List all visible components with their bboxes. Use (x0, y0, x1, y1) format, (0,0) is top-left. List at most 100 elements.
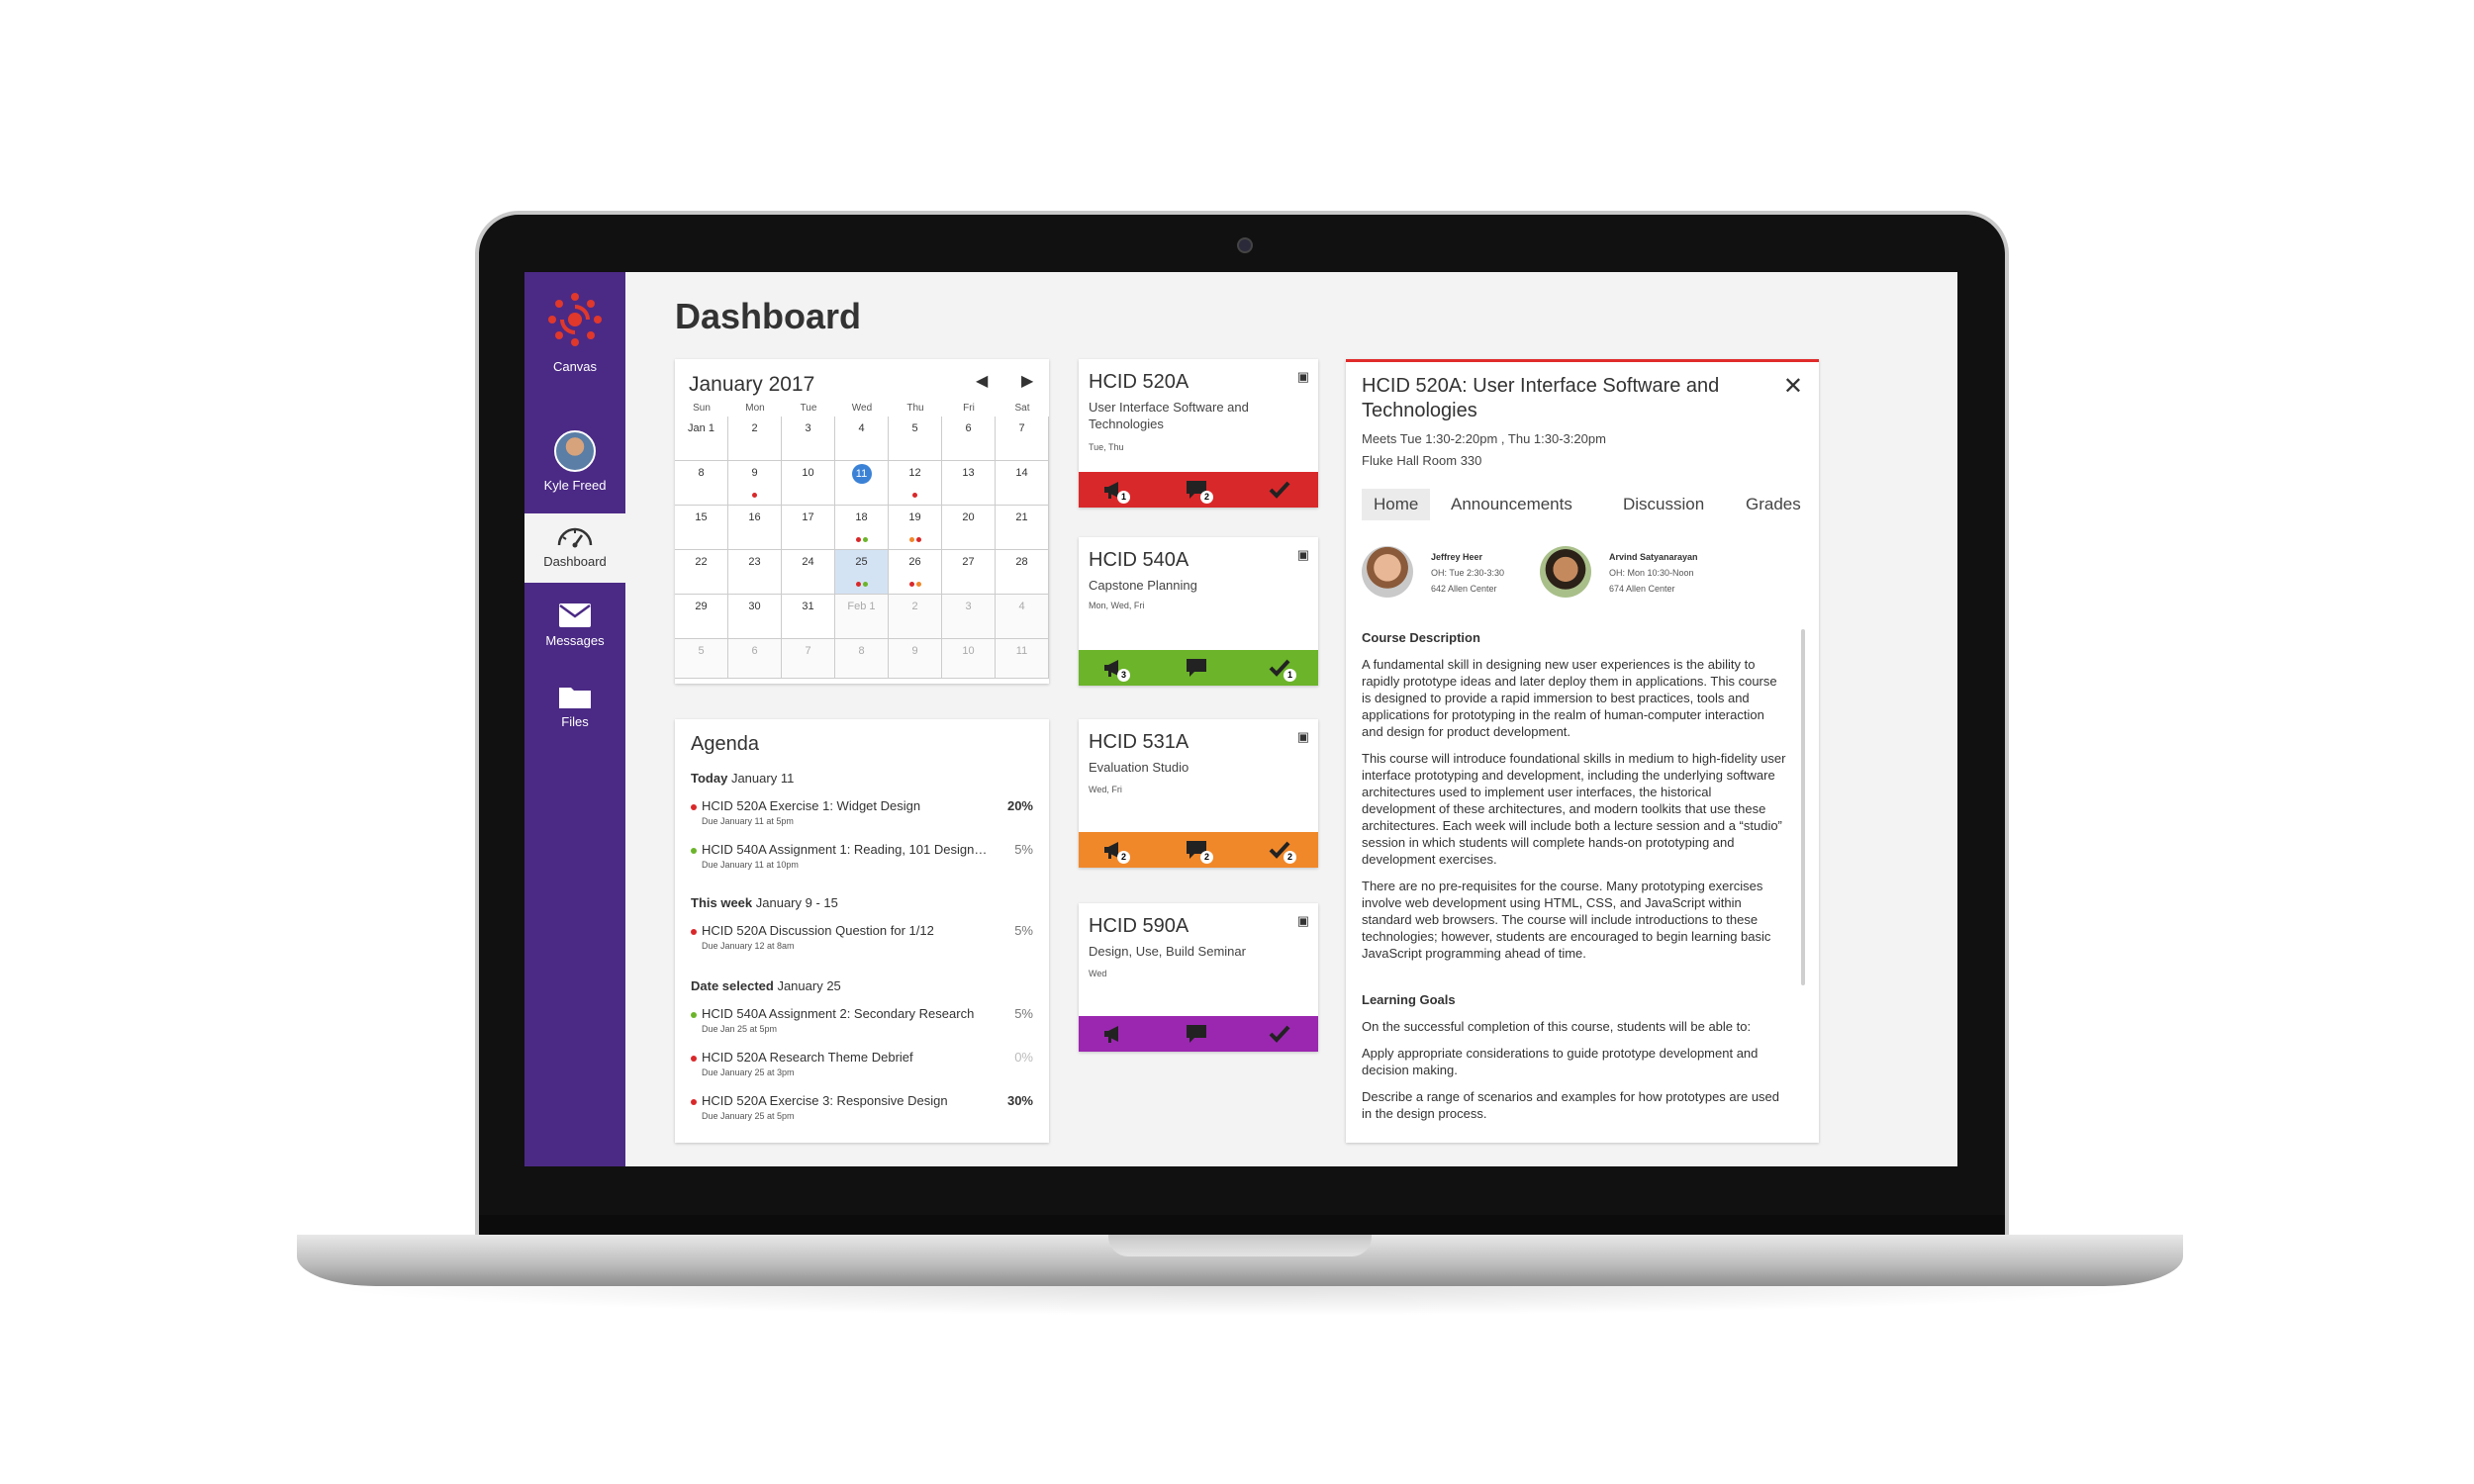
agenda-item[interactable]: HCID 540A Assignment 1: Reading, 101 Des… (691, 842, 1037, 878)
detail-scrollbar[interactable] (1801, 629, 1805, 985)
tab-announcements[interactable]: Announcements (1439, 489, 1584, 520)
calendar-day[interactable]: 11 (996, 639, 1049, 679)
day-of-week-label: Sun (693, 403, 711, 414)
calendar-day[interactable]: 29 (675, 595, 728, 639)
agenda-item[interactable]: HCID 540A Assignment 2: Secondary Resear… (691, 1006, 1037, 1042)
laptop-shadow (317, 1286, 2163, 1316)
calendar-day[interactable]: 27 (942, 550, 996, 595)
calendar-day[interactable]: 9 (889, 639, 942, 679)
checkmark-icon[interactable]: 2 (1269, 840, 1296, 864)
checkmark-icon[interactable] (1269, 480, 1292, 500)
calendar-day[interactable]: 30 (728, 595, 782, 639)
calendar-day[interactable]: 7 (782, 639, 835, 679)
agenda-item[interactable]: HCID 520A Exercise 1: Widget Design Due … (691, 798, 1037, 834)
agenda-item[interactable]: HCID 520A Exercise 3: Responsive Design … (691, 1093, 1037, 1129)
calendar-day[interactable]: 23 (728, 550, 782, 595)
course-card[interactable]: HCID 520A ▣ User Interface Software and Te… (1079, 359, 1318, 508)
course-card[interactable]: HCID 531A ▣ Evaluation Studio Wed, Fri 2 2 2 (1079, 719, 1318, 868)
goals-intro: On the successful completion of this cou… (1362, 1019, 1752, 1034)
announcements-icon[interactable]: 2 (1102, 840, 1130, 864)
calendar-day[interactable]: 18 (835, 506, 889, 550)
calendar-day[interactable]: 24 (782, 550, 835, 595)
calendar-day[interactable]: Feb 1 (835, 595, 889, 639)
course-color-dot (691, 1099, 697, 1105)
canvas-logo-link[interactable]: Canvas (524, 272, 625, 381)
calendar-day-number: Feb 1 (847, 601, 876, 612)
agenda-item-weight: 5% (1014, 842, 1033, 857)
calendar-day[interactable]: 20 (942, 506, 996, 550)
announcements-icon[interactable]: 1 (1102, 480, 1130, 504)
calendar-day-number: Jan 1 (688, 422, 714, 434)
calendar-day[interactable]: 4 (835, 417, 889, 461)
learning-goals-heading: Learning Goals (1362, 992, 1456, 1007)
calendar-day[interactable]: 31 (782, 595, 835, 639)
grid-menu-icon[interactable]: ▣ (1297, 369, 1309, 385)
calendar-day[interactable]: 17 (782, 506, 835, 550)
section-label: Today (691, 771, 728, 786)
calendar-day[interactable]: 2 (889, 595, 942, 639)
calendar-day-number: 31 (802, 601, 814, 612)
calendar-day[interactable]: 16 (728, 506, 782, 550)
discussion-icon[interactable] (1186, 1024, 1209, 1044)
agenda-item[interactable]: HCID 520A Research Theme Debrief Due Jan… (691, 1050, 1037, 1085)
discussion-icon[interactable]: 2 (1186, 840, 1213, 864)
calendar-day[interactable]: 6 (942, 417, 996, 461)
day-of-week-label: Sat (1014, 403, 1030, 414)
calendar-day[interactable]: 11 (835, 461, 889, 506)
calendar-day[interactable]: 25 (835, 550, 889, 595)
calendar-day[interactable]: 12 (889, 461, 942, 506)
calendar-day[interactable]: 10 (782, 461, 835, 506)
calendar-day[interactable]: 2 (728, 417, 782, 461)
announcements-icon[interactable]: 3 (1102, 658, 1130, 682)
course-card[interactable]: HCID 540A ▣ Capstone Planning Mon, Wed, Fri… (1079, 537, 1318, 686)
checkmark-icon[interactable] (1269, 1024, 1292, 1044)
calendar-day[interactable]: 9 (728, 461, 782, 506)
sidebar-item-files[interactable]: Files (524, 680, 625, 743)
event-dot (752, 493, 757, 498)
checkmark-icon[interactable]: 1 (1269, 658, 1296, 682)
calendar-day[interactable]: 3 (782, 417, 835, 461)
tab-home[interactable]: Home (1362, 489, 1431, 520)
event-dots (889, 489, 941, 501)
discussion-icon[interactable] (1186, 658, 1209, 678)
calendar-day[interactable]: 8 (675, 461, 728, 506)
sidebar-item-label: Dashboard (543, 554, 607, 569)
calendar-day[interactable]: 4 (996, 595, 1049, 639)
calendar-day[interactable]: 6 (728, 639, 782, 679)
next-month-button[interactable]: ▶ (1021, 371, 1033, 391)
announcements-icon[interactable] (1102, 1024, 1126, 1044)
calendar-day[interactable]: 14 (996, 461, 1049, 506)
calendar-day[interactable]: 8 (835, 639, 889, 679)
event-dot (915, 582, 921, 587)
calendar-day[interactable]: 15 (675, 506, 728, 550)
calendar-day[interactable]: 22 (675, 550, 728, 595)
sidebar-item-dashboard[interactable]: Dashboard (524, 513, 625, 583)
calendar-day[interactable]: 19 (889, 506, 942, 550)
tab-discussion[interactable]: Discussion (1611, 489, 1716, 520)
course-name: User Interface Software and Technologies (1089, 400, 1249, 431)
calendar-day[interactable]: Jan 1 (675, 417, 728, 461)
calendar-day[interactable]: 10 (942, 639, 996, 679)
calendar-day-number: 11 (851, 464, 872, 484)
grid-menu-icon[interactable]: ▣ (1297, 729, 1309, 745)
calendar-day[interactable]: 26 (889, 550, 942, 595)
calendar-day[interactable]: 3 (942, 595, 996, 639)
calendar-day[interactable]: 21 (996, 506, 1049, 550)
calendar-day[interactable]: 7 (996, 417, 1049, 461)
grid-menu-icon[interactable]: ▣ (1297, 913, 1309, 929)
sidebar-item-account[interactable]: Kyle Freed (524, 430, 625, 500)
close-icon[interactable]: ✕ (1783, 372, 1803, 401)
calendar-day-number: 21 (1015, 511, 1028, 523)
calendar-day-number: 3 (805, 422, 811, 434)
calendar-day[interactable]: 5 (889, 417, 942, 461)
tab-grades[interactable]: Grades (1734, 489, 1813, 520)
prev-month-button[interactable]: ◀ (976, 371, 988, 391)
calendar-day[interactable]: 13 (942, 461, 996, 506)
course-card[interactable]: HCID 590A ▣ Design, Use, Build Seminar Wed (1079, 903, 1318, 1052)
grid-menu-icon[interactable]: ▣ (1297, 547, 1309, 563)
calendar-day[interactable]: 5 (675, 639, 728, 679)
sidebar-item-messages[interactable]: Messages (524, 599, 625, 662)
agenda-item[interactable]: HCID 520A Discussion Question for 1/12 D… (691, 923, 1037, 959)
discussion-icon[interactable]: 2 (1186, 480, 1213, 504)
calendar-day[interactable]: 28 (996, 550, 1049, 595)
